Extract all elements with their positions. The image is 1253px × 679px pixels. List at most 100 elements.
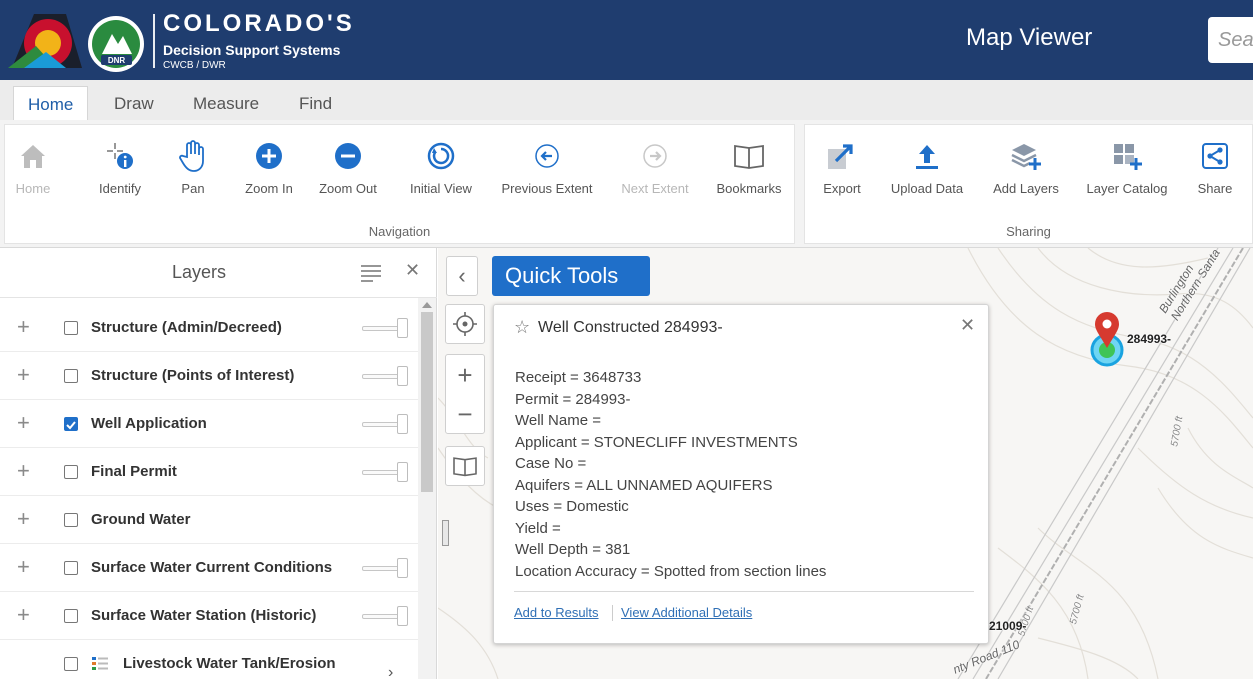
layer-name: Ground Water (91, 511, 191, 528)
view-details-link[interactable]: View Additional Details (621, 605, 752, 620)
checkmark-icon (66, 421, 76, 430)
chevron-right-icon[interactable]: › (388, 664, 393, 679)
layer-catalog-label: Layer Catalog (1086, 181, 1168, 196)
tab-home[interactable]: Home (13, 86, 89, 120)
upload-data-label: Upload Data (890, 181, 964, 196)
tab-draw[interactable]: Draw (114, 86, 154, 120)
dnr-logo-icon[interactable]: DNR (86, 14, 146, 74)
hand-icon (173, 139, 213, 173)
zoom-in-icon (241, 139, 297, 173)
layer-catalog-button[interactable]: Layer Catalog (1081, 139, 1173, 196)
colorado-logo-icon[interactable] (6, 10, 84, 74)
share-label: Share (1197, 181, 1233, 196)
plus-icon[interactable]: + (17, 458, 30, 484)
upload-data-button[interactable]: Upload Data (885, 139, 969, 196)
map-view[interactable]: ‹ Quick Tools + − 284993- Burlington Nor… (438, 248, 1253, 679)
plus-icon[interactable]: + (17, 410, 30, 436)
app-header: DNR COLORADO'S Decision Support Systems … (0, 0, 1253, 80)
layer-name: Well Application (91, 415, 207, 432)
layer-checkbox[interactable] (64, 657, 78, 671)
layer-checkbox[interactable] (64, 369, 78, 383)
feature-popup: ☆ Well Constructed 284993- ✕ Receipt = 3… (493, 304, 989, 644)
close-icon[interactable]: ✕ (405, 260, 420, 281)
map-bookmarks-button[interactable] (445, 446, 485, 486)
sharing-group: Export Upload Data Add Layers Layer Cata… (804, 124, 1253, 244)
next-extent-button[interactable]: Next Extent (617, 139, 693, 196)
panel-resize-handle[interactable] (442, 520, 449, 546)
opacity-slider[interactable] (362, 558, 408, 578)
popup-attribute: Uses = Domestic (515, 498, 629, 515)
add-layers-button[interactable]: Add Layers (989, 139, 1063, 196)
popup-divider (514, 591, 974, 592)
tab-measure[interactable]: Measure (193, 86, 259, 120)
layer-name: Livestock Water Tank/Erosion (123, 655, 336, 672)
opacity-slider[interactable] (362, 366, 408, 386)
dnr-badge-text: DNR (108, 56, 126, 65)
map-zoom-out-icon[interactable]: − (457, 395, 472, 433)
zoom-in-label: Zoom In (245, 181, 293, 196)
opacity-slider[interactable] (362, 606, 408, 626)
popup-attribute: Well Name = (515, 412, 602, 429)
brand-divider (153, 14, 155, 68)
bookmarks-label: Bookmarks (716, 181, 782, 196)
star-icon[interactable]: ☆ (514, 317, 530, 338)
brand-subtitle: Decision Support Systems (163, 42, 341, 58)
identify-label: Identify (99, 181, 141, 196)
identify-icon (90, 139, 150, 173)
zoom-in-button[interactable]: Zoom In (241, 139, 297, 196)
opacity-slider[interactable] (362, 414, 408, 434)
plus-icon[interactable]: + (17, 314, 30, 340)
quick-tools-button[interactable]: Quick Tools (492, 256, 650, 296)
plus-icon[interactable]: + (17, 554, 30, 580)
bookmarks-button[interactable]: Bookmarks (711, 139, 787, 196)
export-button[interactable]: Export (817, 139, 867, 196)
popup-attribute: Location Accuracy = Spotted from section… (515, 563, 827, 580)
add-to-results-link[interactable]: Add to Results (514, 605, 599, 620)
map-zoom-in-icon[interactable]: + (457, 355, 472, 395)
layer-name: Structure (Points of Interest) (91, 367, 295, 384)
plus-icon[interactable]: + (17, 506, 30, 532)
well-marker-icon[interactable] (1089, 310, 1129, 372)
home-button[interactable]: Home (13, 139, 53, 196)
popup-attribute: Yield = (515, 520, 561, 537)
opacity-slider[interactable] (362, 462, 408, 482)
well-id-label: 21009- (989, 619, 1027, 633)
collapse-panel-icon[interactable]: ‹ (446, 256, 478, 296)
layer-row: + Structure (Admin/Decreed) (0, 304, 418, 352)
zoom-out-button[interactable]: Zoom Out (316, 139, 380, 196)
back-arrow-icon (497, 139, 597, 173)
layers-panel: Layers ✕ + Structure (Admin/Decreed) + S… (0, 248, 437, 679)
plus-icon[interactable]: + (17, 362, 30, 388)
previous-extent-button[interactable]: Previous Extent (497, 139, 597, 196)
scroll-up-icon[interactable] (422, 302, 432, 308)
layer-checkbox[interactable] (64, 561, 78, 575)
layer-checkbox[interactable] (64, 321, 78, 335)
layer-checkbox[interactable] (64, 513, 78, 527)
initial-view-button[interactable]: Initial View (403, 139, 479, 196)
identify-button[interactable]: Identify (90, 139, 150, 196)
share-icon (1193, 139, 1237, 173)
tab-find[interactable]: Find (299, 86, 332, 120)
layers-title: Layers (172, 262, 227, 282)
layer-row: + Final Permit (0, 448, 418, 496)
locate-button[interactable] (445, 304, 485, 344)
layers-scrollbar[interactable] (418, 298, 436, 679)
layer-checkbox[interactable] (64, 609, 78, 623)
export-label: Export (823, 181, 861, 196)
layer-checkbox[interactable] (64, 417, 78, 431)
layer-checkbox[interactable] (64, 465, 78, 479)
next-extent-label: Next Extent (621, 181, 689, 196)
scroll-thumb[interactable] (421, 312, 433, 492)
share-button[interactable]: Share (1193, 139, 1237, 196)
list-menu-icon[interactable] (360, 264, 382, 282)
plus-icon[interactable]: + (17, 602, 30, 628)
popup-title: Well Constructed 284993- (538, 319, 723, 336)
catalog-icon (1081, 139, 1173, 173)
popup-attribute: Applicant = STONECLIFF INVESTMENTS (515, 434, 798, 451)
ribbon-toolbar: Home Identify Pan Zoom In Zoom Out Initi… (0, 120, 1253, 248)
search-input[interactable]: Sear (1208, 17, 1253, 63)
popup-close-icon[interactable]: ✕ (960, 315, 975, 336)
export-icon (817, 139, 867, 173)
opacity-slider[interactable] (362, 318, 408, 338)
pan-button[interactable]: Pan (173, 139, 213, 196)
